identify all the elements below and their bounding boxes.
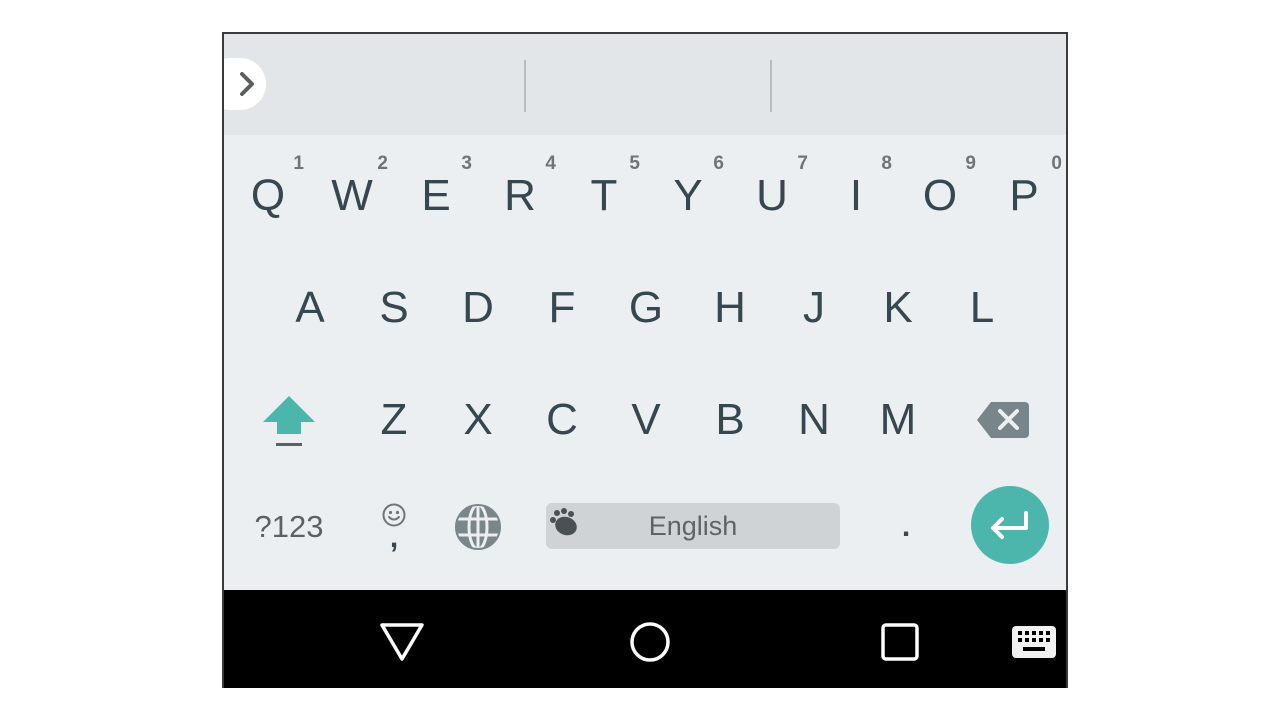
home-circle-icon bbox=[630, 622, 670, 662]
key-l[interactable]: L bbox=[940, 258, 1024, 358]
key-label: W bbox=[331, 171, 373, 220]
key-row-home: A S D F G H J K L bbox=[224, 258, 1066, 370]
key-label: T bbox=[590, 171, 618, 220]
key-hint: 7 bbox=[797, 153, 808, 174]
home-button[interactable] bbox=[610, 610, 690, 674]
key-y[interactable]: Y 6 bbox=[646, 146, 730, 246]
keyboard-screen: Q 1 W 2 E 3 R 4 T 5 Y 6 U 7 I 8 O 9 P 0 … bbox=[222, 32, 1068, 688]
key-label: I bbox=[849, 171, 863, 220]
key-z[interactable]: Z bbox=[352, 370, 436, 470]
key-s[interactable]: S bbox=[352, 258, 436, 358]
globe-icon bbox=[455, 503, 501, 551]
key-label: X bbox=[463, 395, 493, 444]
key-p[interactable]: P 0 bbox=[982, 146, 1066, 246]
key-label: A bbox=[295, 283, 325, 332]
key-v[interactable]: V bbox=[604, 370, 688, 470]
key-hint: 2 bbox=[377, 153, 388, 174]
key-b[interactable]: B bbox=[688, 370, 772, 470]
key-e[interactable]: E 3 bbox=[394, 146, 478, 246]
key-label: B bbox=[715, 395, 745, 444]
key-label: U bbox=[756, 171, 788, 220]
key-label: C bbox=[546, 395, 578, 444]
shift-arrow-icon bbox=[263, 396, 315, 446]
expand-suggestions-button[interactable] bbox=[224, 58, 266, 110]
enter-key[interactable] bbox=[971, 486, 1049, 564]
key-label: F bbox=[548, 283, 576, 332]
key-label: D bbox=[462, 283, 494, 332]
navigation-bar bbox=[224, 590, 1066, 688]
shift-key[interactable] bbox=[226, 370, 352, 470]
key-row-top: Q 1 W 2 E 3 R 4 T 5 Y 6 U 7 I 8 O 9 P 0 bbox=[224, 146, 1066, 258]
key-label: P bbox=[1009, 171, 1039, 220]
key-n[interactable]: N bbox=[772, 370, 856, 470]
backspace-icon bbox=[977, 402, 1029, 438]
back-triangle-icon bbox=[380, 623, 424, 661]
backspace-key[interactable] bbox=[940, 370, 1066, 470]
key-g[interactable]: G bbox=[604, 258, 688, 358]
key-label: Y bbox=[673, 171, 703, 220]
keyboard-icon bbox=[1012, 626, 1056, 658]
key-i[interactable]: I 8 bbox=[814, 146, 898, 246]
key-label: N bbox=[798, 395, 830, 444]
suggestion-2[interactable] bbox=[526, 34, 770, 135]
key-q[interactable]: Q 1 bbox=[226, 146, 310, 246]
back-button[interactable] bbox=[362, 610, 442, 674]
space-bar-label: English bbox=[648, 510, 738, 541]
key-label: E bbox=[421, 171, 451, 220]
period-label: . bbox=[901, 510, 911, 543]
key-x[interactable]: X bbox=[436, 370, 520, 470]
chevron-right-icon bbox=[240, 72, 254, 96]
key-hint: 4 bbox=[545, 153, 556, 174]
key-hint: 5 bbox=[629, 153, 640, 174]
key-label: S bbox=[379, 283, 409, 332]
key-label: M bbox=[879, 395, 917, 444]
key-label: R bbox=[504, 171, 536, 220]
key-k[interactable]: K bbox=[856, 258, 940, 358]
suggestion-1[interactable] bbox=[272, 34, 524, 135]
key-hint: 9 bbox=[965, 153, 976, 174]
key-hint: 0 bbox=[1051, 153, 1062, 174]
key-h[interactable]: H bbox=[688, 258, 772, 358]
period-key[interactable]: . bbox=[864, 482, 948, 572]
key-label: Q bbox=[250, 171, 286, 220]
key-u[interactable]: U 7 bbox=[730, 146, 814, 246]
key-label: K bbox=[883, 283, 913, 332]
key-label: Z bbox=[380, 395, 408, 444]
keyboard-switch-button[interactable] bbox=[1004, 614, 1064, 670]
key-f[interactable]: F bbox=[520, 258, 604, 358]
key-label: V bbox=[631, 395, 661, 444]
symbols-key[interactable]: ?123 bbox=[226, 482, 352, 572]
key-o[interactable]: O 9 bbox=[898, 146, 982, 246]
language-switch-key[interactable] bbox=[436, 482, 520, 572]
key-label: L bbox=[969, 283, 995, 332]
key-w[interactable]: W 2 bbox=[310, 146, 394, 246]
key-label: H bbox=[714, 283, 746, 332]
space-bar[interactable]: English bbox=[546, 503, 840, 549]
recents-button[interactable] bbox=[860, 610, 940, 674]
key-d[interactable]: D bbox=[436, 258, 520, 358]
key-r[interactable]: R 4 bbox=[478, 146, 562, 246]
enter-arrow-icon bbox=[991, 511, 1028, 539]
suggestion-strip bbox=[224, 34, 1066, 135]
key-hint: 1 bbox=[293, 153, 304, 174]
key-hint: 3 bbox=[461, 153, 472, 174]
key-hint: 6 bbox=[713, 153, 724, 174]
key-t[interactable]: T 5 bbox=[562, 146, 646, 246]
key-row-bottom: Z X C V B N M bbox=[224, 370, 1066, 482]
key-label: J bbox=[803, 283, 825, 332]
key-hint: 8 bbox=[881, 153, 892, 174]
key-label: O bbox=[922, 171, 958, 220]
key-a[interactable]: A bbox=[268, 258, 352, 358]
key-c[interactable]: C bbox=[520, 370, 604, 470]
comma-label: , bbox=[389, 521, 399, 554]
emoji-comma-key[interactable]: , bbox=[352, 482, 436, 572]
recents-square-icon bbox=[881, 623, 919, 661]
suggestion-3[interactable] bbox=[772, 34, 1066, 135]
key-m[interactable]: M bbox=[856, 370, 940, 470]
key-j[interactable]: J bbox=[772, 258, 856, 358]
key-label: G bbox=[628, 283, 664, 332]
symbols-label: ?123 bbox=[254, 509, 324, 544]
